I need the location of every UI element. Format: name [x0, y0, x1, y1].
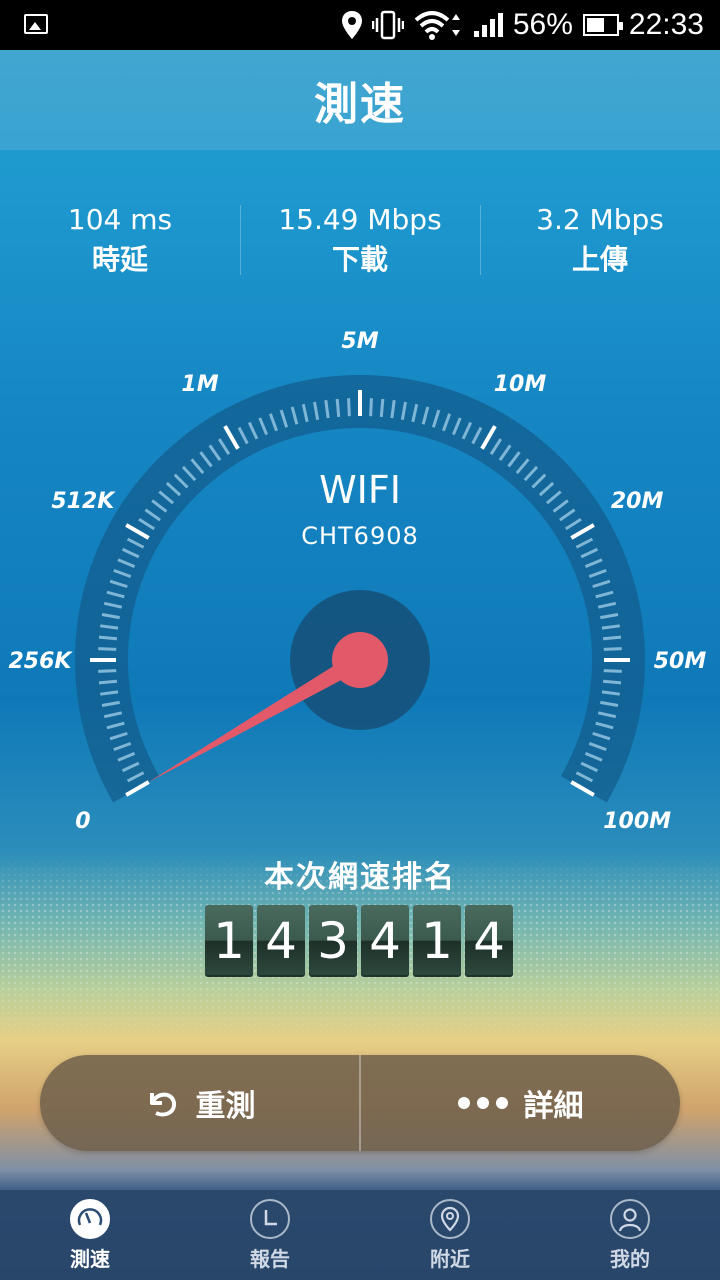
- gauge-tick: [603, 669, 622, 673]
- nav-item-speedtest[interactable]: 測速: [0, 1190, 180, 1280]
- gauge-scale-label: 10M: [494, 372, 547, 397]
- speed-gauge: 0256K512K1M5M10M20M50M100M: [9, 329, 707, 834]
- gauge-tick: [98, 647, 117, 651]
- gauge-scale-label: 50M: [654, 649, 707, 674]
- gauge-tick: [369, 398, 373, 417]
- signal-icon: [473, 13, 503, 37]
- download-label: 下載: [331, 243, 388, 276]
- gauge-tick: [602, 679, 622, 685]
- upload-value: 3.2 Mbps: [536, 203, 664, 236]
- upload-stat: 3.2 Mbps 上傳: [480, 190, 720, 300]
- network-type: WIFI: [319, 468, 401, 512]
- rank-counter: 1 4 3 4 1 4: [205, 905, 513, 977]
- gauge-arc: [75, 375, 646, 803]
- rank-digit: 1: [205, 905, 253, 977]
- wifi-icon: [414, 11, 460, 40]
- nav-label: 測速: [70, 1246, 110, 1271]
- status-bar: 56% 22:33: [0, 0, 720, 50]
- download-value: 15.49 Mbps: [278, 203, 442, 236]
- gauge-scale-label: 256K: [9, 649, 74, 674]
- rank-digit: 4: [465, 905, 513, 977]
- gauge-tick: [379, 398, 385, 418]
- clock-time: 22:33: [628, 8, 704, 41]
- nav-label: 附近: [430, 1246, 470, 1271]
- download-stat: 15.49 Mbps 下載: [240, 190, 480, 300]
- title-bar: 測速: [0, 50, 720, 150]
- gauge-tick: [347, 398, 351, 417]
- speed-stats: 104 ms 時延 15.49 Mbps 下載 3.2 Mbps 上傳: [0, 190, 720, 300]
- network-name: CHT6908: [301, 522, 419, 550]
- retest-label: 重測: [195, 1089, 256, 1124]
- details-button[interactable]: 詳細: [359, 1055, 680, 1151]
- gauge-tick: [98, 679, 118, 685]
- rank-label: 本次網速排名: [264, 860, 456, 895]
- gauge-tick: [98, 669, 117, 673]
- page-title: 測速: [314, 79, 406, 130]
- undo-icon: [149, 1092, 176, 1117]
- nav-item-nearby[interactable]: 附近: [360, 1190, 540, 1280]
- retest-button[interactable]: 重測: [40, 1055, 359, 1151]
- nav-item-mine[interactable]: 我的: [540, 1190, 720, 1280]
- gauge-scale-label: 100M: [603, 809, 671, 834]
- person-icon: [610, 1198, 650, 1239]
- battery-icon: [582, 14, 623, 36]
- rank-digit: 1: [413, 905, 461, 977]
- battery-percent: 56%: [512, 8, 573, 41]
- latency-value: 104 ms: [67, 203, 173, 236]
- latency-label: 時延: [91, 243, 148, 276]
- details-label: 詳細: [523, 1089, 584, 1124]
- location-pin-icon: [430, 1198, 470, 1239]
- clock-icon: [250, 1198, 290, 1239]
- action-bar: 重測 詳細: [40, 1055, 680, 1151]
- bottom-nav: 測速 報告 附近 我的: [0, 1190, 720, 1280]
- gauge-scale-label: 5M: [341, 329, 378, 354]
- nav-label: 報告: [250, 1246, 290, 1271]
- gauge-tick: [335, 398, 341, 418]
- vibrate-icon: [371, 10, 404, 40]
- speedometer-icon: [70, 1198, 110, 1239]
- rank-digit: 3: [309, 905, 357, 977]
- latency-stat: 104 ms 時延: [0, 190, 240, 300]
- gauge-tick: [603, 647, 622, 651]
- upload-label: 上傳: [571, 243, 628, 276]
- gauge-scale-label: 1M: [181, 372, 218, 397]
- gauge-tick: [602, 635, 622, 641]
- location-icon: [341, 11, 362, 39]
- gauge-band: [75, 375, 646, 803]
- rank-digit: 4: [257, 905, 305, 977]
- gauge-scale-label: 0: [75, 809, 90, 834]
- gauge-tick: [98, 635, 118, 641]
- rank-digit: 4: [361, 905, 409, 977]
- nav-item-report[interactable]: 報告: [180, 1190, 360, 1280]
- more-dots-icon: [457, 1097, 508, 1109]
- image-notification-icon: [24, 14, 48, 34]
- needle-cap: [332, 632, 388, 688]
- nav-label: 我的: [610, 1246, 650, 1271]
